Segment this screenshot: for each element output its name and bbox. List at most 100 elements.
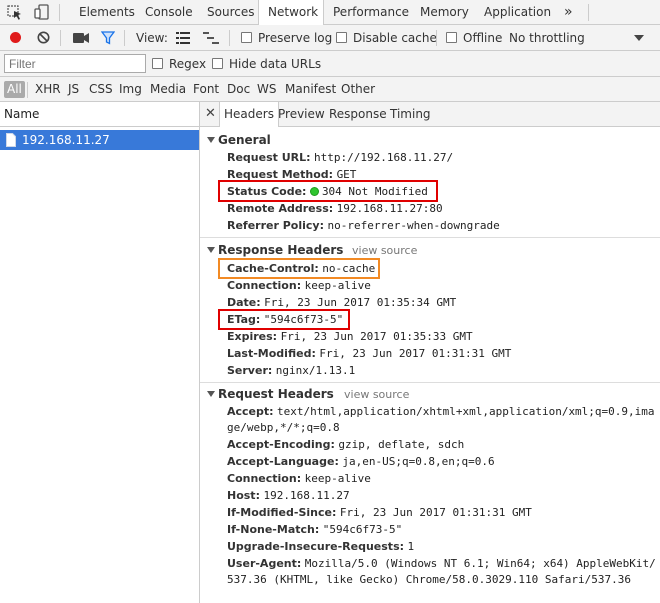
close-icon[interactable]: ✕: [205, 106, 216, 121]
more-tabs-button[interactable]: »: [555, 0, 582, 24]
request-header-row: Host: 192.168.11.27: [227, 487, 350, 504]
expand-triangle-icon: [207, 247, 215, 253]
tab-application[interactable]: Application: [475, 0, 560, 24]
type-filter-img[interactable]: Img: [116, 81, 145, 98]
tab-response[interactable]: Response: [325, 102, 391, 126]
response-headers-title: Response Headers: [218, 243, 344, 257]
request-header-row: Accept-Encoding: gzip, deflate, sdch: [227, 436, 464, 453]
header-key: Remote Address:: [227, 202, 334, 215]
request-header-user-agent-cont: 537.36 (KHTML, like Gecko) Chrome/58.0.3…: [227, 571, 631, 588]
header-value: no-referrer-when-downgrade: [327, 219, 500, 232]
tab-memory[interactable]: Memory: [411, 0, 478, 24]
request-header-row: Connection: keep-alive: [227, 470, 371, 487]
header-key: Accept-Encoding:: [227, 438, 335, 451]
request-header-user-agent: User-Agent: Mozilla/5.0 (Windows NT 6.1;…: [227, 555, 656, 572]
record-icon[interactable]: [10, 32, 21, 43]
type-filter-other[interactable]: Other: [338, 81, 378, 98]
view-label: View:: [136, 31, 168, 45]
general-section-header[interactable]: General: [207, 133, 271, 147]
response-header-row: Server: nginx/1.13.1: [227, 362, 355, 379]
cache-control-highlight-box: [218, 258, 380, 279]
header-key: Date:: [227, 296, 261, 309]
header-key: Server:: [227, 364, 273, 377]
response-header-row: Connection: keep-alive: [227, 277, 371, 294]
header-key: Last-Modified:: [227, 347, 316, 360]
response-view-source-link[interactable]: view source: [352, 244, 417, 257]
device-toolbar-icon[interactable]: [33, 4, 51, 21]
header-value: text/html,application/xhtml+xml,applicat…: [277, 405, 655, 418]
type-filter-js[interactable]: JS: [65, 81, 82, 98]
header-value: ja,en-US;q=0.8,en;q=0.6: [342, 455, 495, 468]
request-view-source-link[interactable]: view source: [344, 388, 409, 401]
header-key: Expires:: [227, 330, 278, 343]
status-code-highlight-box: [218, 180, 438, 202]
header-value: "594c6f73-5": [322, 523, 403, 536]
type-filter-ws[interactable]: WS: [254, 81, 279, 98]
request-headers-section-header[interactable]: Request Headers: [207, 387, 334, 401]
tab-preview[interactable]: Preview: [274, 102, 329, 126]
header-value: Fri, 23 Jun 2017 01:35:34 GMT: [264, 296, 457, 309]
type-filter-doc[interactable]: Doc: [224, 81, 253, 98]
header-key: Connection:: [227, 472, 302, 485]
screenshot-camera-icon[interactable]: [73, 32, 89, 47]
header-value: Fri, 23 Jun 2017 01:31:31 GMT: [319, 347, 512, 360]
request-header-row: If-Modified-Since: Fri, 23 Jun 2017 01:3…: [227, 504, 532, 521]
type-filter-xhr[interactable]: XHR: [32, 81, 64, 98]
disable-cache-label: Disable cache: [353, 31, 437, 45]
waterfall-view-icon[interactable]: [203, 32, 219, 47]
tab-headers[interactable]: Headers: [219, 102, 279, 127]
request-detail-panel: ✕ Headers Preview Response Timing Genera…: [200, 102, 660, 603]
header-value: 1: [407, 540, 415, 553]
response-header-row: Expires: Fri, 23 Jun 2017 01:35:33 GMT: [227, 328, 473, 345]
header-value: 192.168.11.27: [263, 489, 350, 502]
throttling-dropdown-arrow-icon[interactable]: [634, 35, 644, 41]
request-header-row: Upgrade-Insecure-Requests: 1: [227, 538, 414, 555]
general-request-url: Request URL: http://192.168.11.27/: [227, 149, 453, 166]
expand-triangle-icon: [207, 391, 215, 397]
response-headers-section-header[interactable]: Response Headers: [207, 243, 343, 257]
throttling-select[interactable]: No throttling: [509, 31, 585, 45]
expand-triangle-icon: [207, 137, 215, 143]
tab-elements[interactable]: Elements: [70, 0, 144, 24]
filter-input[interactable]: [4, 54, 146, 73]
inspect-element-icon[interactable]: [6, 4, 24, 21]
tab-timing[interactable]: Timing: [386, 102, 435, 126]
tab-network[interactable]: Network: [258, 0, 324, 25]
general-title: General: [218, 133, 271, 147]
preserve-log-checkbox[interactable]: [241, 32, 252, 43]
tab-console[interactable]: Console: [136, 0, 202, 24]
type-filter-media[interactable]: Media: [147, 81, 189, 98]
regex-checkbox[interactable]: [152, 58, 163, 69]
devtools-tabbar: Elements Console Sources Network Perform…: [0, 0, 660, 25]
type-filter-all[interactable]: All: [4, 81, 25, 98]
type-filter-font[interactable]: Font: [190, 81, 222, 98]
clear-icon[interactable]: [37, 31, 50, 47]
header-value: Fri, 23 Jun 2017 01:31:31 GMT: [339, 506, 532, 519]
name-column-header[interactable]: Name: [0, 102, 199, 127]
hide-data-urls-checkbox[interactable]: [212, 58, 223, 69]
offline-checkbox[interactable]: [446, 32, 457, 43]
header-value: 192.168.11.27:80: [336, 202, 443, 215]
tab-performance[interactable]: Performance: [324, 0, 418, 24]
header-value: http://192.168.11.27/: [314, 151, 454, 164]
response-header-row: Last-Modified: Fri, 23 Jun 2017 01:31:31…: [227, 345, 511, 362]
request-name: 192.168.11.27: [22, 133, 110, 147]
header-key: Accept:: [227, 405, 274, 418]
header-key: Request URL:: [227, 151, 311, 164]
disable-cache-checkbox[interactable]: [336, 32, 347, 43]
type-filter-manifest[interactable]: Manifest: [282, 81, 339, 98]
type-filter-css[interactable]: CSS: [86, 81, 116, 98]
general-referrer-policy: Referrer Policy: no-referrer-when-downgr…: [227, 217, 500, 234]
request-list: Name 192.168.11.27: [0, 102, 200, 603]
preserve-log-label: Preserve log: [258, 31, 333, 45]
request-header-row: If-None-Match: "594c6f73-5": [227, 521, 402, 538]
header-value: gzip, deflate, sdch: [338, 438, 465, 451]
large-rows-view-icon[interactable]: [176, 32, 190, 47]
header-value: 537.36 (KHTML, like Gecko) Chrome/58.0.3…: [227, 573, 631, 586]
request-row[interactable]: 192.168.11.27: [0, 130, 199, 150]
header-value: nginx/1.13.1: [275, 364, 356, 377]
filter-icon[interactable]: [100, 31, 116, 48]
tab-sources[interactable]: Sources: [198, 0, 263, 24]
header-key: Connection:: [227, 279, 302, 292]
header-key: If-Modified-Since:: [227, 506, 337, 519]
